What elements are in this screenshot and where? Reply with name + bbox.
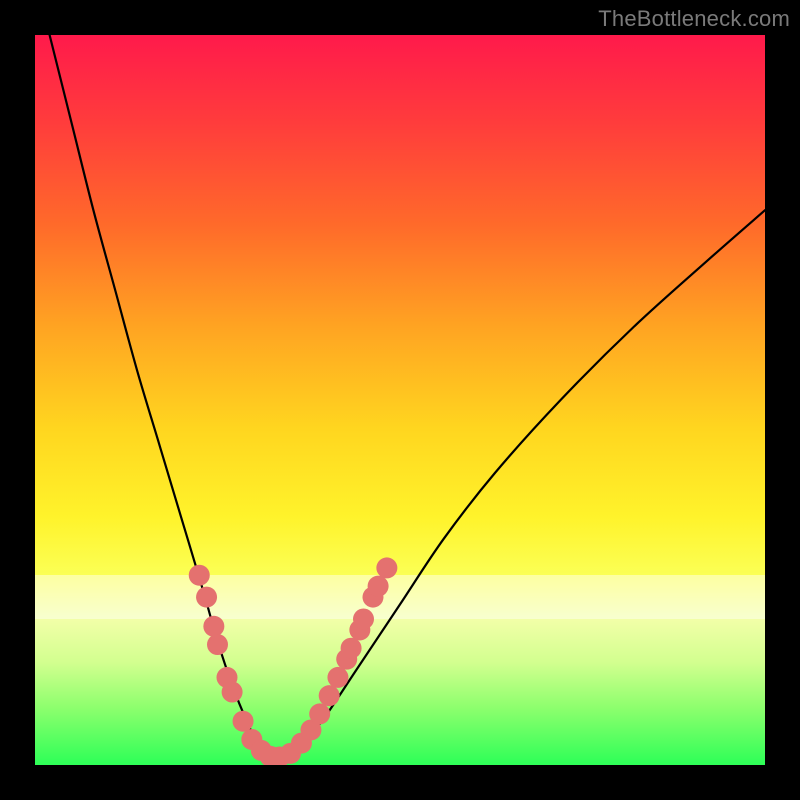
marker-dots-group xyxy=(189,557,398,765)
marker-dot xyxy=(327,667,348,688)
marker-dot xyxy=(341,638,362,659)
marker-dot xyxy=(233,711,254,732)
curve-layer xyxy=(35,35,765,765)
marker-dot xyxy=(376,557,397,578)
marker-dot xyxy=(353,609,374,630)
marker-dot xyxy=(309,703,330,724)
marker-dot xyxy=(203,616,224,637)
marker-dot xyxy=(368,576,389,597)
bottleneck-curve xyxy=(50,35,765,758)
marker-dot xyxy=(196,587,217,608)
marker-dot xyxy=(319,685,340,706)
chart-frame: TheBottleneck.com xyxy=(0,0,800,800)
watermark-text: TheBottleneck.com xyxy=(598,6,790,32)
marker-dot xyxy=(222,682,243,703)
plot-area xyxy=(35,35,765,765)
marker-dot xyxy=(189,565,210,586)
marker-dot xyxy=(207,634,228,655)
